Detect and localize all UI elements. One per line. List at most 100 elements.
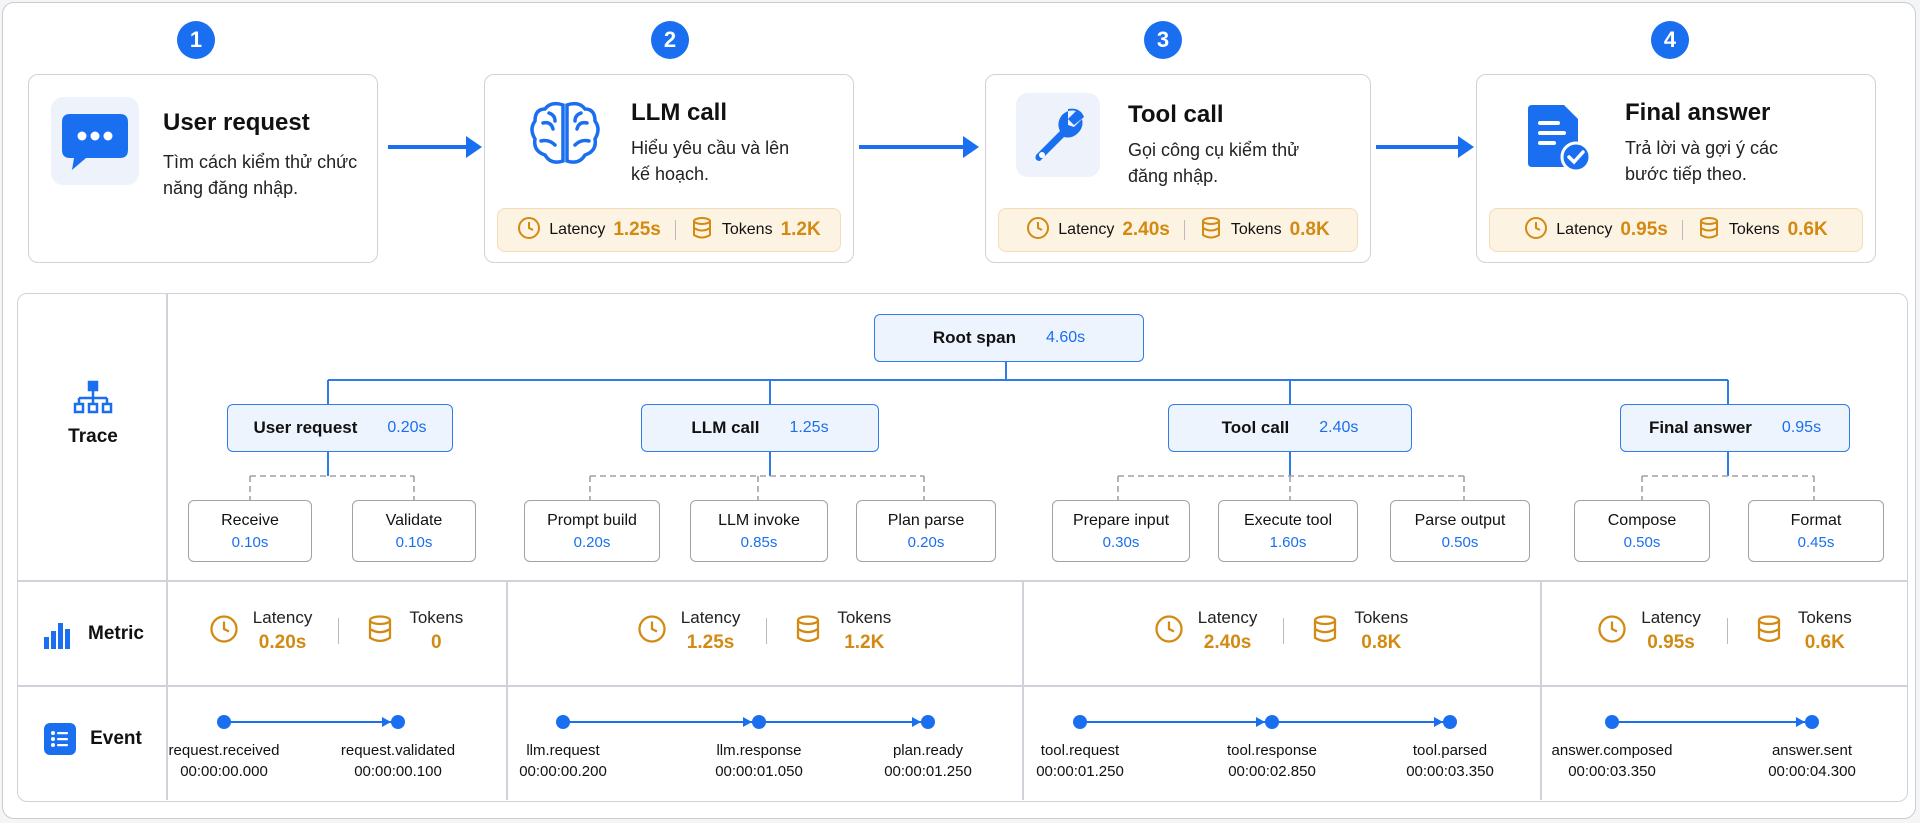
span-leaf[interactable]: Parse output 0.50s bbox=[1390, 500, 1530, 562]
database-icon bbox=[1754, 614, 1784, 649]
event-time: 00:00:01.250 bbox=[884, 763, 972, 780]
step-metrics: Latency 2.40s Tokens 0.8K bbox=[998, 208, 1358, 252]
event-time: 00:00:01.250 bbox=[1036, 763, 1124, 780]
latency-value: 0.95s bbox=[1647, 632, 1695, 653]
span-duration: 0.10s bbox=[395, 533, 433, 551]
span-leaf[interactable]: Validate 0.10s bbox=[352, 500, 476, 562]
event-label: llm.request 00:00:00.200 bbox=[519, 740, 607, 782]
row-label-metric: Metric bbox=[18, 594, 168, 674]
span-leaf[interactable]: Prompt build 0.20s bbox=[524, 500, 660, 562]
event-arrowhead bbox=[912, 717, 921, 727]
flow-arrow bbox=[388, 136, 482, 158]
flow-arrow bbox=[859, 136, 979, 158]
span-duration: 0.10s bbox=[231, 533, 269, 551]
flow-arrow bbox=[1376, 136, 1474, 158]
event-dot[interactable] bbox=[1443, 715, 1457, 729]
event-label: tool.request 00:00:01.250 bbox=[1036, 740, 1124, 782]
bar-chart-icon bbox=[44, 623, 71, 649]
database-icon bbox=[365, 614, 395, 649]
event-time: 00:00:02.850 bbox=[1228, 763, 1316, 780]
step-title: User request bbox=[163, 109, 310, 136]
span-leaf[interactable]: Receive 0.10s bbox=[188, 500, 312, 562]
event-connector bbox=[224, 721, 394, 723]
latency-label: Latency bbox=[252, 608, 313, 627]
event-name: llm.response bbox=[716, 742, 802, 759]
event-dot[interactable] bbox=[752, 715, 766, 729]
step-card-user-request[interactable]: User request Tìm cách kiểm thử chức năng… bbox=[28, 74, 378, 263]
span-duration: 1.60s bbox=[1269, 533, 1307, 551]
step-description: Tìm cách kiểm thử chức năng đăng nhập. bbox=[163, 152, 358, 198]
database-icon bbox=[793, 614, 823, 649]
tokens-value: 1.2K bbox=[844, 632, 885, 653]
span-leaf[interactable]: Execute tool 1.60s bbox=[1218, 500, 1358, 562]
clock-icon bbox=[1154, 614, 1184, 649]
clock-icon bbox=[1597, 614, 1627, 649]
event-name: tool.request bbox=[1040, 742, 1120, 759]
latency-value: 0.95s bbox=[1620, 219, 1668, 240]
panel-divider bbox=[18, 685, 1907, 687]
latency-value: 2.40s bbox=[1122, 219, 1170, 240]
document-check-icon bbox=[1515, 93, 1603, 181]
span-name: User request bbox=[253, 418, 358, 437]
row-label-text: Metric bbox=[88, 623, 144, 644]
span-user-request[interactable]: User request 0.20s bbox=[227, 404, 453, 452]
event-label: request.received 00:00:00.000 bbox=[169, 740, 280, 782]
span-name: Parse output bbox=[1414, 511, 1506, 529]
span-leaf[interactable]: Plan parse 0.20s bbox=[856, 500, 996, 562]
step-metrics: Latency 1.25s Tokens 1.2K bbox=[497, 208, 841, 252]
event-name: tool.response bbox=[1226, 742, 1318, 759]
event-arrowhead bbox=[1256, 717, 1265, 727]
event-connector bbox=[1080, 721, 1268, 723]
step-number-3: 3 bbox=[1144, 21, 1182, 59]
step-description: Hiểu yêu cầu và lên kế hoạch. bbox=[631, 138, 790, 184]
metric-group: Latency 2.40s Tokens 0.8K bbox=[1022, 596, 1540, 666]
event-label: tool.parsed 00:00:03.350 bbox=[1406, 740, 1494, 782]
span-name: LLM invoke bbox=[718, 511, 800, 529]
event-name: llm.request bbox=[526, 742, 600, 759]
span-root[interactable]: Root span 4.60s bbox=[874, 314, 1144, 362]
span-final-answer[interactable]: Final answer 0.95s bbox=[1620, 404, 1850, 452]
event-dot[interactable] bbox=[921, 715, 935, 729]
event-label: request.validated 00:00:00.100 bbox=[341, 740, 455, 782]
tokens-label: Tokens bbox=[721, 221, 773, 238]
span-leaf[interactable]: Format 0.45s bbox=[1748, 500, 1884, 562]
span-duration: 0.30s bbox=[1102, 533, 1140, 551]
event-dot[interactable] bbox=[217, 715, 231, 729]
database-icon bbox=[690, 216, 714, 245]
span-leaf[interactable]: Compose 0.50s bbox=[1574, 500, 1710, 562]
event-dot[interactable] bbox=[1605, 715, 1619, 729]
latency-label: Latency bbox=[1641, 608, 1701, 627]
latency-label: Latency bbox=[1058, 221, 1115, 238]
event-dot[interactable] bbox=[1265, 715, 1279, 729]
span-llm-call[interactable]: LLM call 1.25s bbox=[641, 404, 879, 452]
event-dot[interactable] bbox=[391, 715, 405, 729]
step-card-final-answer[interactable]: Final answer Trả lời và gợi ý các bước t… bbox=[1476, 74, 1876, 263]
latency-value: 0.20s bbox=[258, 632, 307, 653]
span-name: Validate bbox=[385, 511, 443, 529]
span-duration: 0.20s bbox=[907, 533, 945, 551]
tokens-value: 1.2K bbox=[780, 219, 821, 240]
span-duration: 0.95s bbox=[1781, 419, 1822, 436]
event-time: 00:00:01.050 bbox=[715, 763, 803, 780]
step-number-2: 2 bbox=[651, 21, 689, 59]
event-time: 00:00:00.200 bbox=[519, 763, 607, 780]
tokens-label: Tokens bbox=[1230, 221, 1282, 238]
span-name: Final answer bbox=[1648, 418, 1752, 437]
event-dot[interactable] bbox=[1805, 715, 1819, 729]
event-dot[interactable] bbox=[556, 715, 570, 729]
event-dot[interactable] bbox=[1073, 715, 1087, 729]
span-leaf[interactable]: LLM invoke 0.85s bbox=[690, 500, 828, 562]
event-connector bbox=[563, 721, 755, 723]
step-card-tool-call[interactable]: Tool call Gọi công cụ kiểm thử đăng nhập… bbox=[985, 74, 1371, 263]
span-duration: 0.50s bbox=[1623, 533, 1661, 551]
event-name: answer.sent bbox=[1771, 742, 1853, 759]
step-description: Trả lời và gợi ý các bước tiếp theo. bbox=[1625, 138, 1778, 184]
span-duration: 1.25s bbox=[789, 419, 829, 436]
span-name: Prepare input bbox=[1072, 511, 1170, 529]
step-title: LLM call bbox=[631, 99, 728, 126]
span-tool-call[interactable]: Tool call 2.40s bbox=[1168, 404, 1412, 452]
event-connector bbox=[1272, 721, 1446, 723]
span-leaf[interactable]: Prepare input 0.30s bbox=[1052, 500, 1190, 562]
step-card-llm-call[interactable]: LLM call Hiểu yêu cầu và lên kế hoạch. L… bbox=[484, 74, 854, 263]
tokens-value: 0 bbox=[430, 632, 442, 653]
